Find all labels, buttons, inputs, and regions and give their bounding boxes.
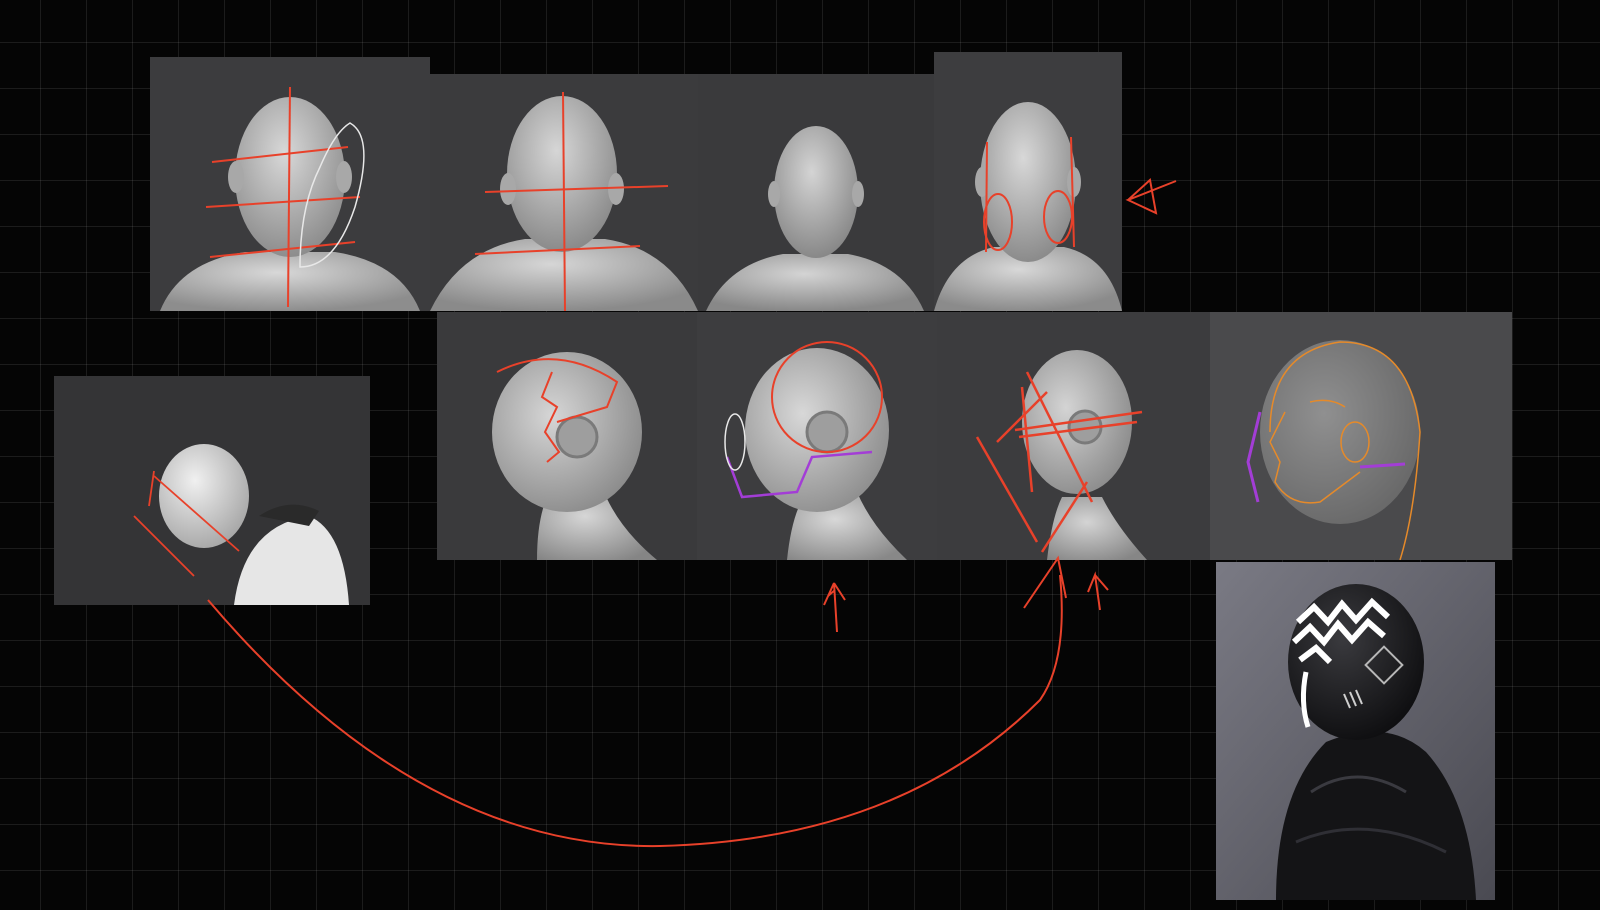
front-view-1-render <box>160 86 420 311</box>
front-view-panel-3[interactable] <box>698 74 934 311</box>
side-view-panel-3[interactable] <box>937 312 1210 560</box>
moodboard-canvas[interactable] <box>0 0 1600 910</box>
pose-view-render <box>133 444 349 605</box>
side-view-2-render <box>724 341 907 560</box>
front-view-panel-2[interactable] <box>430 74 698 311</box>
front-view-3-render <box>706 126 924 311</box>
reference-photo-render <box>1216 562 1495 900</box>
black-helmet <box>1288 584 1424 740</box>
front-view-2-render <box>430 91 698 311</box>
up-arrow-2 <box>1023 555 1109 611</box>
side-view-panel-1[interactable] <box>437 312 697 560</box>
shoulders-shape <box>160 252 420 311</box>
side-view-3-render <box>975 350 1147 560</box>
up-arrow-1 <box>823 582 846 633</box>
reference-photo-panel[interactable] <box>1216 562 1495 900</box>
side-view-4-render <box>1246 340 1421 560</box>
pose-view-panel[interactable] <box>54 376 370 605</box>
front-view-panel-4[interactable] <box>934 52 1122 311</box>
side-view-panel-2[interactable] <box>697 312 937 560</box>
tilted-helmet <box>159 444 249 548</box>
hood-shape <box>234 516 349 605</box>
side-view-1-render <box>492 352 657 560</box>
front-view-4-render <box>934 102 1122 311</box>
pointer-arrow <box>1125 178 1177 215</box>
front-view-panel-1[interactable] <box>150 57 430 311</box>
side-view-panel-4[interactable] <box>1210 312 1512 560</box>
connector-curve <box>207 574 1063 848</box>
